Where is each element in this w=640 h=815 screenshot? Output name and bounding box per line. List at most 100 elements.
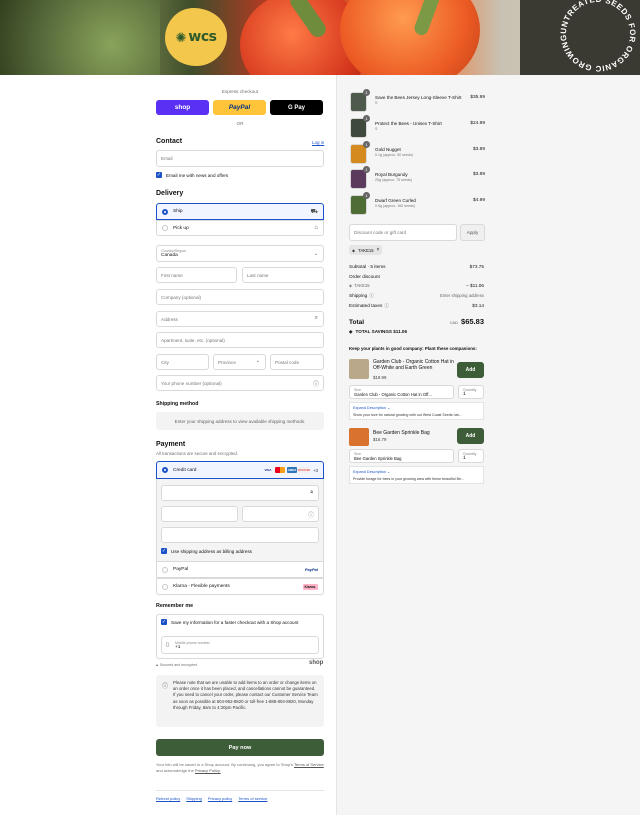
store-logo[interactable]: ✺ wcs	[165, 8, 227, 66]
help-icon[interactable]: ⓘ	[384, 303, 389, 309]
radio-unselected-icon	[162, 225, 168, 231]
remember-checkbox-row[interactable]: ✓ Save my information for a faster check…	[161, 619, 298, 625]
radio-unselected-icon	[162, 566, 168, 573]
discount-code-label: TAKE15	[354, 283, 370, 288]
or-divider: OR	[236, 121, 244, 126]
size-value: Garden Club - Organic Cotton Hat in Off.…	[354, 391, 432, 397]
checkbox-checked-icon[interactable]: ✓	[161, 619, 167, 625]
size-select[interactable]: Size Garden Club - Organic Cotton Hat in…	[349, 385, 454, 399]
add-button[interactable]: Add	[457, 362, 484, 378]
discount-code-field[interactable]: Discount code or gift card	[349, 224, 457, 241]
google-pay-button[interactable]: G Pay	[270, 100, 323, 115]
item-variant: S	[375, 101, 378, 105]
quantity-value: 1	[463, 391, 466, 397]
terms-lead: Your info will be saved to a Shop accoun…	[156, 762, 293, 767]
apartment-field[interactable]: Apartment, suite, etc. (optional)	[156, 332, 324, 348]
privacy-policy-link[interactable]: Privacy policy	[208, 796, 232, 801]
pickup-option[interactable]: Pick up ⌂	[156, 220, 324, 236]
pay-now-button[interactable]: Pay now	[156, 739, 324, 756]
ship-option[interactable]: Ship ⛟	[156, 203, 324, 220]
add-button[interactable]: Add	[457, 428, 484, 444]
province-select[interactable]: Province ⌄	[213, 354, 266, 370]
info-icon: ⓘ	[162, 684, 169, 690]
phone-field[interactable]: Your phone number (optional) ⓘ	[156, 375, 324, 391]
rec-product-price: $16.79	[373, 437, 387, 442]
help-icon[interactable]: ⓘ	[308, 510, 314, 519]
privacy-link[interactable]: Privacy Policy.	[195, 768, 221, 773]
size-select[interactable]: Size Bee Garden Sprinkle Bag	[349, 449, 454, 463]
discount-code-row: ◈ TAKE15 − $11.06	[349, 283, 484, 288]
chevron-down-icon: ⌄	[255, 358, 260, 364]
discount-value: − $11.06	[465, 283, 484, 288]
country-value: Canada	[161, 253, 178, 258]
name-on-card-field[interactable]	[161, 527, 319, 543]
product-thumbnail	[349, 359, 369, 379]
banner-leaves	[0, 0, 160, 75]
address-field[interactable]: Address ⌕	[156, 311, 324, 327]
paypal-option[interactable]: PayPal PayPal	[156, 561, 324, 578]
expiration-field[interactable]	[161, 506, 238, 522]
help-icon[interactable]: ⓘ	[369, 293, 374, 299]
rec-product-name: Garden Club - Organic Cotton Hat in Off-…	[373, 359, 454, 372]
postal-code-field[interactable]: Postal code	[270, 354, 324, 370]
secure-row: 🔒︎ Secured and encrypted	[156, 663, 197, 667]
login-link[interactable]: Log in	[312, 140, 324, 145]
last-name-field[interactable]: Last name	[242, 267, 324, 283]
news-label: Email me with news and offers	[166, 172, 229, 178]
security-code-field[interactable]: ⓘ	[242, 506, 319, 522]
checkbox-checked-icon[interactable]: ✓	[156, 172, 162, 178]
rec-product-name: Bee Garden Sprinkle Bag	[373, 430, 430, 436]
shop-pay-button[interactable]: shop	[156, 100, 209, 115]
first-name-field[interactable]: First name	[156, 267, 237, 283]
province-label: Province	[218, 359, 236, 365]
shipping-link[interactable]: Shipping	[186, 796, 202, 801]
klarna-option[interactable]: Klarna - Flexible payments Klarna.	[156, 578, 324, 595]
payment-heading: Payment	[156, 441, 186, 448]
banner-pepper-orange	[340, 0, 480, 75]
description-panel: Expand Description ⌄ Show your love for …	[349, 402, 484, 420]
mastercard-icon: MC	[274, 467, 285, 473]
paypal-button[interactable]: PayPal	[213, 100, 266, 115]
quantity-badge: 1	[363, 141, 370, 148]
cart-item: 1 Gold Nugget 0.1g (approx. 50 seeds)	[350, 141, 485, 164]
lock-icon: 🔒︎	[156, 663, 158, 667]
help-icon[interactable]: ⓘ	[313, 379, 319, 388]
shipping-row: Shipping ⓘ Enter shipping address	[349, 293, 484, 299]
city-field[interactable]: City	[156, 354, 209, 370]
apply-button[interactable]: Apply	[460, 224, 485, 241]
description-text: Show your love for natural growing with …	[353, 413, 462, 417]
quantity-field[interactable]: Quantity 1	[458, 385, 484, 399]
expand-description-link[interactable]: Expand Description ⌄	[353, 405, 390, 410]
item-price: $4.99	[472, 198, 485, 203]
tag-icon: ◈	[349, 283, 353, 288]
mobile-phone-field[interactable]: ▯ Mobile phone number +1	[161, 636, 319, 654]
remove-discount-icon[interactable]: ×	[377, 247, 380, 253]
contact-heading: Contact	[156, 138, 183, 145]
credit-card-label: Credit card	[173, 467, 197, 473]
card-number-field[interactable]: 🔒︎	[161, 485, 319, 501]
checkbox-checked-icon[interactable]: ✓	[161, 548, 167, 554]
description-panel: Expand Description ⌄ Provide forage for …	[349, 466, 484, 484]
terms-link[interactable]: Terms of Service	[294, 762, 324, 767]
billing-same-row[interactable]: ✓ Use shipping address as billing addres…	[161, 548, 252, 554]
radio-unselected-icon	[162, 583, 168, 590]
expand-description-link[interactable]: Expand Description ⌄	[353, 469, 390, 474]
item-name: Dwarf Green Curled	[375, 198, 416, 203]
ship-label: Ship	[173, 209, 183, 214]
address-placeholder: Address	[161, 316, 178, 322]
credit-card-option[interactable]: Credit card VISA MC AMEX DISCOVER +3	[156, 461, 324, 479]
quantity-field[interactable]: Quantity 1	[458, 449, 484, 463]
shipping-method-heading: Shipping method	[156, 401, 199, 407]
amex-icon: AMEX	[286, 467, 297, 473]
country-select[interactable]: Country/Region Canada ⌄	[156, 245, 324, 262]
terms-of-service-link[interactable]: Terms of service	[238, 796, 267, 801]
refund-policy-link[interactable]: Refund policy	[156, 796, 180, 801]
shop-logo: shop	[309, 660, 324, 666]
company-field[interactable]: Company (optional)	[156, 289, 324, 305]
klarna-label: Klarna - Flexible payments	[173, 584, 230, 589]
email-field[interactable]: Email	[156, 150, 324, 167]
total-value: $65.83	[461, 317, 484, 326]
news-checkbox-row[interactable]: ✓ Email me with news and offers	[156, 172, 228, 178]
shipping-method-note: Enter your shipping address to view avai…	[156, 412, 324, 430]
discount-tag: ◈ TAKE15 ×	[349, 245, 383, 255]
